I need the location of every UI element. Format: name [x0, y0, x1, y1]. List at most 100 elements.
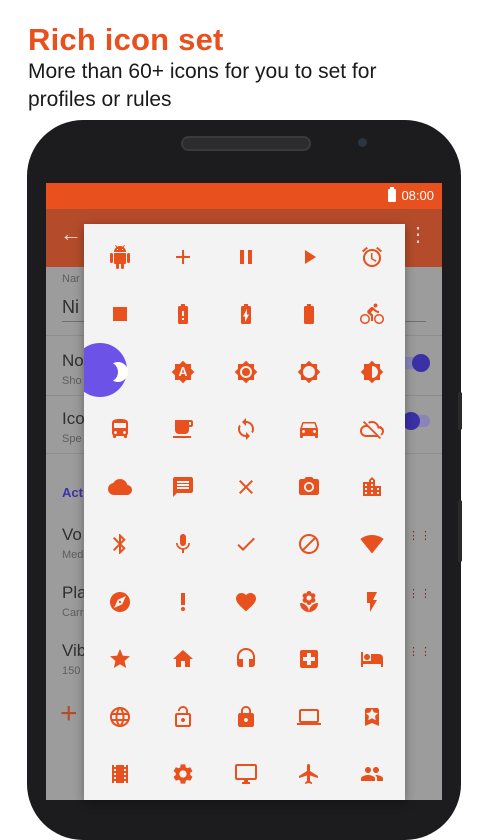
- icon-option-stop[interactable]: [88, 286, 151, 344]
- icon-option-headset[interactable]: [214, 631, 277, 689]
- block-icon: [298, 534, 319, 555]
- icon-option-brightness-low[interactable]: [214, 343, 277, 401]
- notification-toggle[interactable]: [412, 354, 430, 372]
- headset-icon: [236, 648, 255, 668]
- icon-option-moon[interactable]: [84, 343, 151, 401]
- status-bar: 08:00: [46, 183, 442, 209]
- icon-option-laptop[interactable]: [277, 688, 340, 746]
- icon-option-brightness-medium[interactable]: [340, 343, 403, 401]
- star-icon: [109, 649, 130, 669]
- icon-option-mic[interactable]: [151, 516, 214, 574]
- movie-icon: [111, 765, 128, 784]
- icon-grid: [84, 228, 403, 801]
- add-action-icon[interactable]: +: [60, 699, 78, 729]
- message-icon: [172, 476, 193, 497]
- phone-power-button: [458, 500, 462, 562]
- lock-icon: [237, 705, 254, 727]
- icon-option-battery-alert[interactable]: [151, 286, 214, 344]
- volume-action-title[interactable]: Vo: [62, 525, 82, 545]
- icon-option-hotel[interactable]: [340, 631, 403, 689]
- icon-picker-dialog: [84, 224, 405, 800]
- icon-option-cloud[interactable]: [88, 458, 151, 516]
- icon-option-flash[interactable]: [340, 573, 403, 631]
- flower-icon: [299, 590, 318, 612]
- back-arrow-icon[interactable]: ←: [60, 223, 82, 245]
- icon-option-play[interactable]: [277, 228, 340, 286]
- icon-option-desktop[interactable]: [214, 746, 277, 801]
- cloud-icon: [107, 478, 132, 495]
- icon-option-car[interactable]: [277, 401, 340, 459]
- icon-setting-title[interactable]: Ico: [62, 409, 85, 429]
- pause-icon: [239, 249, 252, 264]
- icon-option-android[interactable]: [88, 228, 151, 286]
- phone-camera: [358, 138, 367, 147]
- icon-option-airplane[interactable]: [277, 746, 340, 801]
- icon-option-brightness-auto[interactable]: [151, 343, 214, 401]
- name-field-label: Nar: [62, 273, 80, 285]
- icon-option-battery-charging[interactable]: [214, 286, 277, 344]
- icon-option-globe[interactable]: [88, 688, 151, 746]
- actions-section-header: Act: [62, 485, 83, 500]
- icon-option-bike[interactable]: [340, 286, 403, 344]
- icon-option-pause[interactable]: [214, 228, 277, 286]
- icon-option-message[interactable]: [151, 458, 214, 516]
- name-field-value[interactable]: Ni: [62, 297, 79, 318]
- vibrate-action-title[interactable]: Vib: [62, 641, 86, 661]
- icon-option-settings[interactable]: [151, 746, 214, 801]
- icon-option-add[interactable]: [151, 228, 214, 286]
- lock-open-icon: [174, 705, 191, 727]
- icon-option-cloud-off[interactable]: [340, 401, 403, 459]
- icon-option-lock-open[interactable]: [151, 688, 214, 746]
- moon-icon: [112, 361, 128, 382]
- bike-icon: [359, 303, 384, 325]
- bluetooth-icon: [112, 534, 126, 555]
- icon-option-heart[interactable]: [214, 573, 277, 631]
- icon-option-hospital[interactable]: [277, 631, 340, 689]
- icon-option-camera[interactable]: [277, 458, 340, 516]
- battery-full-icon: [303, 304, 314, 325]
- icon-option-compass[interactable]: [88, 573, 151, 631]
- icon-option-close[interactable]: [214, 458, 277, 516]
- play-action-title[interactable]: Pla: [62, 583, 87, 603]
- volume-action-subtitle: Med: [62, 549, 84, 561]
- add-icon: [175, 249, 190, 264]
- icon-option-home[interactable]: [151, 631, 214, 689]
- promo-headline: Rich icon set: [28, 22, 224, 57]
- play-icon: [304, 249, 316, 264]
- icon-option-movie[interactable]: [88, 746, 151, 801]
- sync-icon: [237, 418, 254, 441]
- hospital-icon: [299, 650, 318, 669]
- icon-option-sync[interactable]: [214, 401, 277, 459]
- flash-icon: [366, 591, 377, 612]
- overflow-menu-icon[interactable]: ⋮: [408, 225, 428, 245]
- icon-option-exclamation[interactable]: [151, 573, 214, 631]
- home-icon: [172, 650, 193, 668]
- icon-option-block[interactable]: [277, 516, 340, 574]
- icon-option-wifi[interactable]: [340, 516, 403, 574]
- drag-handle-icon[interactable]: ⋮⋮: [408, 647, 431, 658]
- icon-option-check[interactable]: [214, 516, 277, 574]
- battery-icon: [388, 187, 396, 202]
- icon-option-star[interactable]: [88, 631, 151, 689]
- icon-option-bluetooth[interactable]: [88, 516, 151, 574]
- notification-setting-subtitle: Sho: [62, 375, 82, 387]
- drag-handle-icon[interactable]: ⋮⋮: [408, 589, 431, 600]
- icon-option-flower[interactable]: [277, 573, 340, 631]
- settings-icon: [173, 764, 192, 784]
- icon-option-city[interactable]: [340, 458, 403, 516]
- drag-handle-icon[interactable]: ⋮⋮: [408, 531, 431, 542]
- icon-option-bus[interactable]: [88, 401, 151, 459]
- icon-setting-subtitle: Spe: [62, 433, 82, 445]
- brightness-medium-icon: [360, 360, 383, 384]
- icon-option-brightness-high[interactable]: [277, 343, 340, 401]
- notification-setting-title[interactable]: No: [62, 351, 84, 371]
- airplane-icon: [298, 764, 318, 785]
- icon-option-cafe[interactable]: [151, 401, 214, 459]
- cloud-off-icon: [359, 421, 384, 440]
- icon-option-battery-full[interactable]: [277, 286, 340, 344]
- bus-icon: [111, 419, 128, 439]
- icon-option-bookmark-star[interactable]: [340, 688, 403, 746]
- icon-option-group[interactable]: [340, 746, 403, 801]
- icon-option-lock[interactable]: [214, 688, 277, 746]
- icon-option-alarm[interactable]: [340, 228, 403, 286]
